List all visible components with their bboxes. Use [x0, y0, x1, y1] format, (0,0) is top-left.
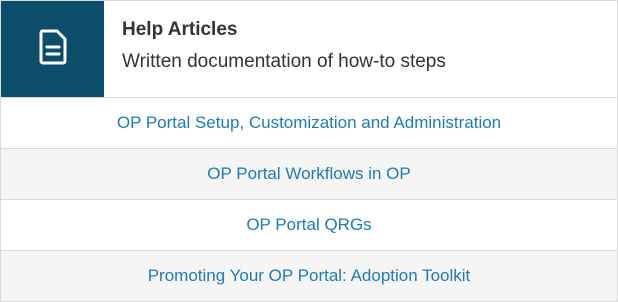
icon-tile — [1, 1, 104, 97]
header-text: Help Articles Written documentation of h… — [104, 1, 446, 97]
link-portal-setup[interactable]: OP Portal Setup, Customization and Admin… — [117, 113, 501, 133]
card-title: Help Articles — [122, 19, 238, 40]
card-header: Help Articles Written documentation of h… — [1, 1, 617, 98]
link-row: Promoting Your OP Portal: Adoption Toolk… — [1, 251, 617, 302]
link-portal-qrgs[interactable]: OP Portal QRGs — [246, 215, 371, 235]
link-portal-workflows[interactable]: OP Portal Workflows in OP — [207, 164, 410, 184]
card-subtitle: Written documentation of how-to steps — [122, 51, 446, 72]
help-articles-card: Help Articles Written documentation of h… — [0, 0, 618, 302]
link-row: OP Portal Setup, Customization and Admin… — [1, 98, 617, 149]
document-icon — [38, 29, 68, 70]
link-row: OP Portal Workflows in OP — [1, 149, 617, 200]
link-adoption-toolkit[interactable]: Promoting Your OP Portal: Adoption Toolk… — [148, 266, 471, 286]
link-row: OP Portal QRGs — [1, 200, 617, 251]
